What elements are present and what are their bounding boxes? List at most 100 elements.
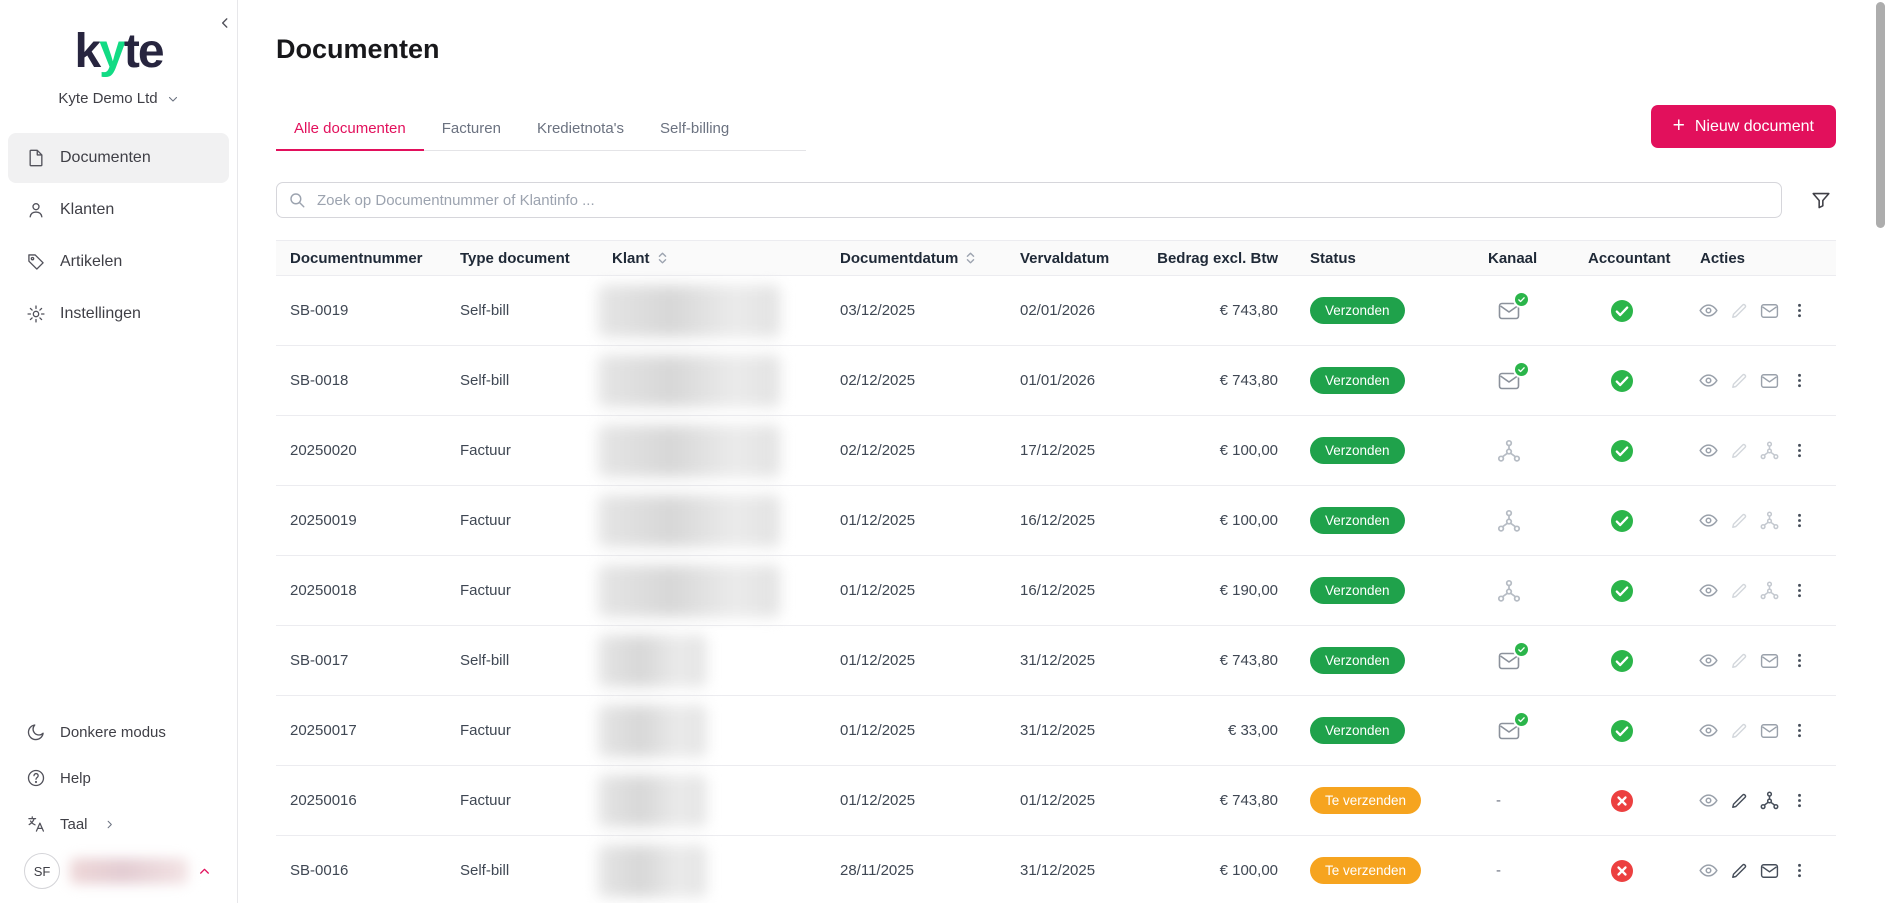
table-row[interactable]: 20250019 Factuur 01/12/2025 16/12/2025 €…: [276, 486, 1836, 556]
row-menu-button[interactable]: [1790, 371, 1809, 390]
logo-letter-y: y: [99, 25, 124, 78]
sort-icon[interactable]: [965, 251, 976, 265]
edit-document-button[interactable]: [1729, 861, 1749, 881]
table-row[interactable]: SB-0017 Self-bill 01/12/2025 31/12/2025 …: [276, 626, 1836, 696]
logo-letters-te: te: [124, 25, 163, 78]
new-document-label: Nieuw document: [1695, 118, 1814, 136]
row-menu-button[interactable]: [1790, 791, 1809, 810]
dark-mode-toggle[interactable]: Donkere modus: [8, 709, 229, 755]
cell-documentdatum: 01/12/2025: [826, 626, 1006, 695]
edit-document-button[interactable]: [1729, 511, 1749, 531]
view-document-button[interactable]: [1698, 510, 1719, 531]
cell-klant: [598, 556, 826, 625]
view-document-button[interactable]: [1698, 370, 1719, 391]
cell-type-document: Factuur: [446, 486, 598, 555]
tab-kredietnotas[interactable]: Kredietnota's: [519, 111, 642, 150]
view-document-button[interactable]: [1698, 650, 1719, 671]
search-row: [276, 182, 1836, 218]
view-document-button[interactable]: [1698, 860, 1719, 881]
row-menu-button[interactable]: [1790, 301, 1809, 320]
cell-kanaal: -: [1474, 416, 1574, 485]
edit-document-button[interactable]: [1729, 581, 1749, 601]
table-row[interactable]: 20250016 Factuur 01/12/2025 01/12/2025 €…: [276, 766, 1836, 836]
view-document-button[interactable]: [1698, 580, 1719, 601]
redacted-client-name: [598, 635, 706, 687]
table-row[interactable]: 20250020 Factuur 02/12/2025 17/12/2025 €…: [276, 416, 1836, 486]
cell-bedrag: € 100,00: [1136, 486, 1296, 555]
table-row[interactable]: 20250017 Factuur 01/12/2025 31/12/2025 €…: [276, 696, 1836, 766]
table-row[interactable]: SB-0016 Self-bill 28/11/2025 31/12/2025 …: [276, 836, 1836, 903]
view-document-button[interactable]: [1698, 790, 1719, 811]
view-document-button[interactable]: [1698, 440, 1719, 461]
column-documentdatum[interactable]: Documentdatum: [826, 250, 1006, 267]
send-document-button[interactable]: [1759, 510, 1780, 531]
edit-document-button[interactable]: [1729, 791, 1749, 811]
filter-funnel-icon: [1810, 189, 1832, 211]
row-menu-button[interactable]: [1790, 861, 1809, 880]
accountant-ok-icon: [1610, 509, 1634, 533]
company-selector[interactable]: Kyte Demo Ltd: [0, 90, 237, 107]
new-document-button[interactable]: + Nieuw document: [1651, 105, 1836, 148]
dots-vertical-icon: [1790, 721, 1809, 740]
table-row[interactable]: 20250018 Factuur 01/12/2025 16/12/2025 €…: [276, 556, 1836, 626]
tab-facturen[interactable]: Facturen: [424, 111, 519, 150]
cell-vervaldatum: 02/01/2026: [1006, 276, 1136, 345]
cell-bedrag: € 743,80: [1136, 276, 1296, 345]
search-input[interactable]: [276, 182, 1782, 218]
language-selector[interactable]: Taal: [8, 801, 229, 847]
scrollbar-thumb[interactable]: [1876, 2, 1885, 228]
filter-button[interactable]: [1806, 185, 1836, 215]
view-document-button[interactable]: [1698, 300, 1719, 321]
sidebar-item-artikelen[interactable]: Artikelen: [8, 237, 229, 287]
edit-document-button[interactable]: [1729, 371, 1749, 391]
status-badge: Verzonden: [1310, 507, 1405, 534]
cell-vervaldatum: 31/12/2025: [1006, 696, 1136, 765]
edit-document-button[interactable]: [1729, 441, 1749, 461]
column-documentnummer: Documentnummer: [276, 250, 446, 267]
sort-icon[interactable]: [657, 251, 668, 265]
table-row[interactable]: SB-0019 Self-bill 03/12/2025 02/01/2026 …: [276, 276, 1836, 346]
sidebar-collapse-button[interactable]: [218, 16, 232, 30]
sidebar-item-klanten[interactable]: Klanten: [8, 185, 229, 235]
row-menu-button[interactable]: [1790, 721, 1809, 740]
cell-documentdatum: 02/12/2025: [826, 346, 1006, 415]
edit-document-button[interactable]: [1729, 721, 1749, 741]
sidebar-item-documenten[interactable]: Documenten: [8, 133, 229, 183]
cell-documentnummer: SB-0019: [276, 276, 446, 345]
view-document-button[interactable]: [1698, 720, 1719, 741]
send-document-button[interactable]: [1759, 371, 1780, 391]
column-klant[interactable]: Klant: [598, 250, 826, 267]
eye-icon: [1698, 300, 1719, 321]
cell-klant: [598, 626, 826, 695]
user-profile-menu[interactable]: SF: [8, 847, 229, 903]
cell-type-document: Self-bill: [446, 836, 598, 903]
cell-acties: [1686, 766, 1836, 835]
main-content: Documenten Alle documenten Facturen Kred…: [238, 0, 1887, 903]
edit-document-button[interactable]: [1729, 651, 1749, 671]
tab-self-billing[interactable]: Self-billing: [642, 111, 747, 150]
status-badge: Te verzenden: [1310, 787, 1421, 814]
row-menu-button[interactable]: [1790, 581, 1809, 600]
status-badge: Verzonden: [1310, 717, 1405, 744]
cell-type-document: Factuur: [446, 416, 598, 485]
accountant-ok-icon: [1610, 369, 1634, 393]
send-document-button[interactable]: [1759, 651, 1780, 671]
row-menu-button[interactable]: [1790, 441, 1809, 460]
pencil-icon: [1729, 301, 1749, 321]
table-row[interactable]: SB-0018 Self-bill 02/12/2025 01/01/2026 …: [276, 346, 1836, 416]
help-button[interactable]: Help: [8, 755, 229, 801]
send-document-button[interactable]: [1759, 721, 1780, 741]
send-document-button[interactable]: [1759, 301, 1780, 321]
edit-document-button[interactable]: [1729, 301, 1749, 321]
cell-acties: [1686, 346, 1836, 415]
tag-icon: [26, 252, 46, 272]
sidebar-item-instellingen[interactable]: Instellingen: [8, 289, 229, 339]
send-document-button[interactable]: [1759, 580, 1780, 601]
row-menu-button[interactable]: [1790, 511, 1809, 530]
send-document-button[interactable]: [1759, 790, 1780, 811]
row-menu-button[interactable]: [1790, 651, 1809, 670]
tab-alle-documenten[interactable]: Alle documenten: [276, 111, 424, 150]
eye-icon: [1698, 720, 1719, 741]
send-document-button[interactable]: [1759, 440, 1780, 461]
send-document-button[interactable]: [1759, 861, 1780, 881]
